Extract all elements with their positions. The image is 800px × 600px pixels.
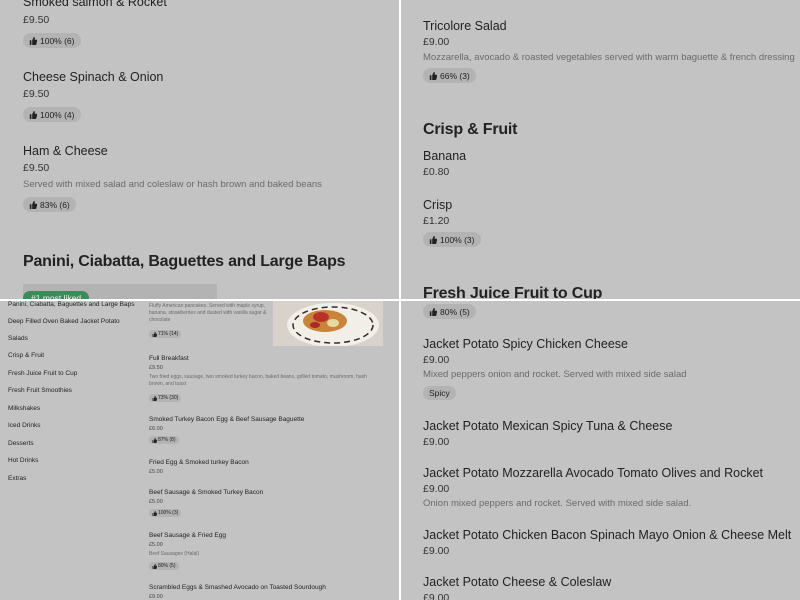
most-liked-badge: #1 most liked bbox=[23, 291, 90, 299]
thumbs-up-icon bbox=[429, 235, 437, 244]
item-price: £9.50 bbox=[149, 365, 163, 371]
sidebar-category[interactable]: Fresh Juice Fruit to Cup bbox=[8, 370, 77, 377]
item-name[interactable]: Cheese Spinach & Onion bbox=[23, 70, 163, 84]
sidebar-category[interactable]: Salads bbox=[8, 335, 28, 342]
thumbs-up-icon bbox=[29, 110, 37, 119]
item-price: £9.50 bbox=[23, 162, 50, 174]
rating-text: 83% (6) bbox=[40, 199, 70, 210]
rating-badge: 71% (14) bbox=[149, 330, 182, 338]
section-title: Panini, Ciabatta, Baguettes and Large Ba… bbox=[23, 253, 346, 270]
sidebar-category[interactable]: Fresh Fruit Smoothies bbox=[8, 387, 72, 394]
item-name[interactable]: Beef Sausage & Fried Egg bbox=[149, 532, 226, 539]
rating-text: 100% (3) bbox=[440, 234, 475, 245]
rating-text: 71% (14) bbox=[158, 331, 179, 337]
rating-text: 80% (5) bbox=[158, 563, 176, 569]
rating-badge: 66% (3) bbox=[423, 68, 476, 83]
sidebar-category[interactable]: Extras bbox=[8, 475, 26, 482]
pancake-image bbox=[273, 301, 383, 346]
rating-badge: 100% (3) bbox=[423, 232, 481, 247]
item-name[interactable]: Jacket Potato Mexican Spicy Tuna & Chees… bbox=[423, 419, 672, 433]
item-description: Fluffy American pancakes. Served with ma… bbox=[149, 303, 267, 323]
menu-panel-top-left: Smoked salmon & Rocket £9.50 100% (6) Ch… bbox=[0, 0, 399, 299]
thumbs-up-icon bbox=[429, 71, 437, 80]
item-price: £9.00 bbox=[423, 483, 450, 495]
rating-text: 100% (6) bbox=[40, 35, 75, 46]
item-name[interactable]: Jacket Potato Mozzarella Avocado Tomato … bbox=[423, 466, 763, 480]
sidebar-category[interactable]: Milkshakes bbox=[8, 405, 40, 412]
item-name[interactable]: Scrambled Eggs & Smashed Avocado on Toas… bbox=[149, 584, 326, 591]
item-price: £1.20 bbox=[423, 215, 450, 227]
item-name[interactable]: Smoked Turkey Bacon Egg & Beef Sausage B… bbox=[149, 416, 304, 423]
item-description: Beef Sausages (Halal) bbox=[149, 551, 200, 557]
item-name[interactable]: Fried Egg & Smoked turkey Bacon bbox=[149, 459, 249, 466]
item-price: £9.00 bbox=[423, 436, 450, 448]
thumbs-up-icon bbox=[152, 563, 157, 569]
item-description: Onion mixed peppers and rocket. Served w… bbox=[423, 498, 692, 509]
sidebar-category[interactable]: Crisp & Fruit bbox=[8, 352, 44, 359]
thumbs-up-icon bbox=[429, 307, 437, 316]
item-name[interactable]: Jacket Potato Cheese & Coleslaw bbox=[423, 575, 611, 589]
item-name[interactable]: Beef Sausage & Smoked Turkey Bacon bbox=[149, 489, 263, 496]
thumbs-up-icon bbox=[29, 200, 37, 209]
sidebar-category[interactable]: Hot Drinks bbox=[8, 457, 38, 464]
rating-badge: 80% (5) bbox=[149, 562, 179, 570]
food-photo bbox=[273, 301, 383, 346]
item-price: £9.00 bbox=[149, 594, 163, 600]
thumbs-up-icon bbox=[152, 395, 157, 401]
item-price: £6.00 bbox=[149, 426, 163, 432]
item-price: £9.00 bbox=[423, 354, 450, 366]
item-name[interactable]: Full Breakfast bbox=[149, 355, 189, 362]
rating-badge: 100% (6) bbox=[23, 33, 81, 48]
rating-text: 66% (3) bbox=[440, 70, 470, 81]
item-name[interactable]: Crisp bbox=[423, 198, 452, 212]
rating-text: 100% (4) bbox=[40, 109, 75, 120]
item-name[interactable]: Banana bbox=[423, 149, 466, 163]
sidebar-category[interactable]: Deep Filled Oven Baked Jacket Potato bbox=[8, 318, 120, 325]
item-price: £9.00 bbox=[423, 545, 450, 557]
item-price: £9.00 bbox=[423, 592, 450, 600]
item-description: Mixed peppers onion and rocket. Served w… bbox=[423, 369, 687, 380]
item-price: £9.50 bbox=[23, 14, 50, 26]
sidebar-category[interactable]: Panini, Ciabatta, Baguettes and Large Ba… bbox=[8, 301, 134, 308]
rating-badge: 100% (4) bbox=[23, 107, 81, 122]
rating-text: 73% (30) bbox=[158, 395, 179, 401]
sidebar-category[interactable]: Desserts bbox=[8, 440, 34, 447]
rating-badge: 73% (30) bbox=[149, 394, 182, 402]
rating-text: 100% (3) bbox=[158, 510, 179, 516]
menu-panel-bottom-right: 80% (5) Jacket Potato Spicy Chicken Chee… bbox=[401, 301, 800, 600]
item-name[interactable]: Jacket Potato Chicken Bacon Spinach Mayo… bbox=[423, 528, 791, 542]
item-description: Served with mixed salad and coleslaw or … bbox=[23, 179, 322, 190]
thumbs-up-icon bbox=[29, 36, 37, 45]
section-title: Fresh Juice Fruit to Cup bbox=[423, 285, 603, 299]
sidebar-category[interactable]: Iced Drinks bbox=[8, 422, 41, 429]
item-price: £9.50 bbox=[23, 88, 50, 100]
thumbs-up-icon bbox=[152, 510, 157, 516]
item-price: £5.00 bbox=[149, 469, 163, 475]
menu-panel-bottom-left: Panini, Ciabatta, Baguettes and Large Ba… bbox=[0, 301, 399, 600]
rating-badge: 87% (8) bbox=[149, 436, 179, 444]
item-name[interactable]: Smoked salmon & Rocket bbox=[23, 0, 167, 9]
item-name[interactable]: Jacket Potato Spicy Chicken Cheese bbox=[423, 337, 628, 351]
item-description: Mozzarella, avocado & roasted vegetables… bbox=[423, 52, 795, 63]
rating-badge: 80% (5) bbox=[423, 304, 476, 319]
menu-panel-top-right: Tricolore Salad £9.00 Mozzarella, avocad… bbox=[401, 0, 800, 299]
item-price: £5.00 bbox=[149, 542, 163, 548]
item-price: £9.00 bbox=[423, 36, 450, 48]
thumbs-up-icon bbox=[152, 331, 157, 337]
section-title: Crisp & Fruit bbox=[423, 121, 518, 138]
rating-text: 80% (5) bbox=[440, 306, 470, 317]
rating-badge: 100% (3) bbox=[149, 509, 182, 517]
horizontal-divider bbox=[0, 299, 800, 301]
item-name[interactable]: Ham & Cheese bbox=[23, 144, 108, 158]
rating-text: 87% (8) bbox=[158, 437, 176, 443]
item-price: £0.80 bbox=[423, 166, 450, 178]
item-description: Two fried eggs, sausage, two smoked turk… bbox=[149, 374, 367, 387]
rating-badge: 83% (6) bbox=[23, 197, 76, 212]
thumbs-up-icon bbox=[152, 437, 157, 443]
spicy-tag: Spicy bbox=[423, 386, 456, 400]
item-price: £5.00 bbox=[149, 499, 163, 505]
item-name[interactable]: Tricolore Salad bbox=[423, 19, 507, 33]
